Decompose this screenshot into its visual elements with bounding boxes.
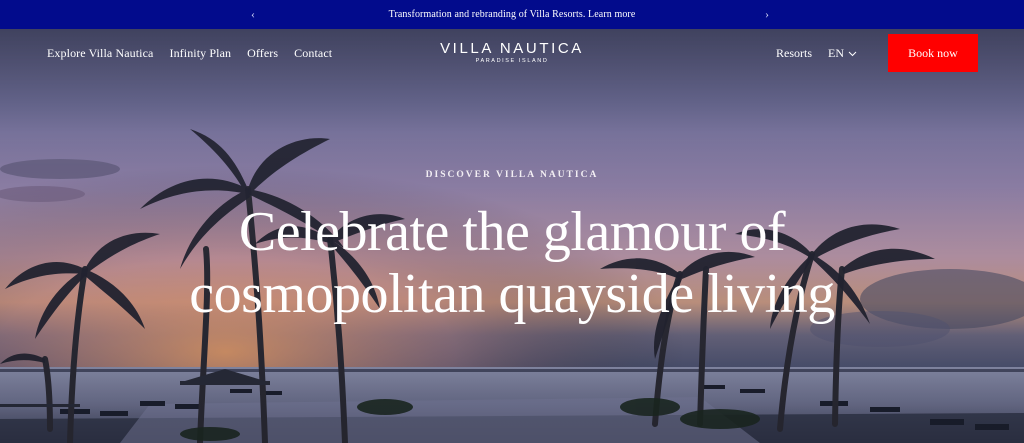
hero-headline-line-1: Celebrate the glamour of	[238, 201, 786, 263]
announcement-bar: ‹ Transformation and rebranding of Villa…	[0, 0, 1024, 29]
chevron-right-icon[interactable]: ›	[765, 7, 769, 21]
resorts-link[interactable]: Resorts	[776, 46, 812, 61]
logo-subtitle: PARADISE ISLAND	[475, 58, 549, 64]
logo-name: VILLA NAUTICA	[440, 40, 584, 57]
hero-headline-line-2: cosmopolitan quayside living	[189, 263, 835, 325]
announcement-link[interactable]: Transformation and rebranding of Villa R…	[389, 9, 636, 20]
chevron-down-icon	[848, 51, 857, 56]
secondary-nav: Resorts EN	[776, 46, 857, 61]
hero-headline: Celebrate the glamour of cosmopolitan qu…	[0, 201, 1024, 325]
chevron-left-icon[interactable]: ‹	[251, 7, 255, 21]
site-logo[interactable]: VILLA NAUTICA PARADISE ISLAND	[0, 40, 1024, 64]
book-now-button[interactable]: Book now	[888, 34, 978, 72]
hero-eyebrow: DISCOVER VILLA NAUTICA	[425, 170, 599, 180]
hero-section: Explore Villa Nautica Infinity Plan Offe…	[0, 29, 1024, 443]
language-label: EN	[828, 46, 844, 60]
language-selector[interactable]: EN	[828, 46, 857, 61]
